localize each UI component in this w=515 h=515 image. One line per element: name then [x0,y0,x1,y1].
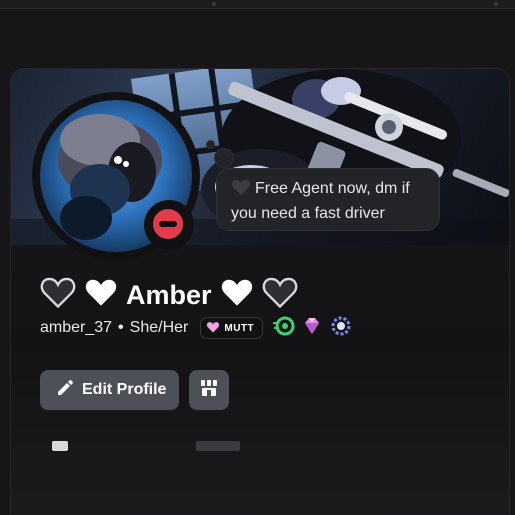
display-name[interactable]: Amber [126,280,212,311]
black-heart-icon [231,178,251,203]
custom-status-text: Free Agent now, dm if you need a fast dr… [231,180,410,222]
server-tag[interactable]: MUTT [200,317,264,339]
pink-gem-badge-icon[interactable] [301,315,323,342]
shop-button[interactable] [189,370,229,410]
hint-mark [52,441,68,451]
thought-bubble-dot [214,148,234,168]
server-tag-label: MUTT [224,322,255,334]
pink-heart-icon [206,321,220,336]
green-speed-badge-icon[interactable] [273,315,295,342]
display-name-row: Amber [40,276,298,315]
white-heart-icon [220,277,254,314]
username[interactable]: amber_37 [40,319,112,337]
profile-subtitle: amber_37 • She/Her MUTT [40,316,353,340]
window-top-strip [0,0,515,9]
pencil-icon [56,379,74,402]
laurel-ring-badge-icon[interactable] [329,314,353,343]
dnd-status-icon [153,209,183,239]
shop-icon [199,378,219,403]
white-heart-icon [84,277,118,314]
thought-bubble-dot [206,140,215,149]
black-heart-icon [40,276,76,315]
custom-status-bubble[interactable]: Free Agent now, dm if you need a fast dr… [216,168,440,231]
hint-mark [196,441,240,451]
top-dot [212,2,216,6]
separator: • [118,319,124,336]
edit-profile-button[interactable]: Edit Profile [40,370,179,410]
pronouns: She/Her [129,319,189,336]
edit-profile-label: Edit Profile [82,381,167,398]
black-heart-icon [262,276,298,315]
top-dot [494,2,498,6]
